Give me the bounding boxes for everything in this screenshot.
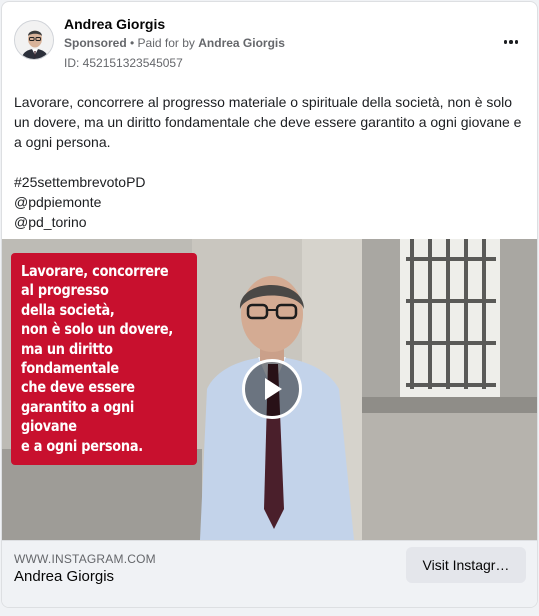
post-header: Andrea Giorgis Sponsored • Paid for by A…: [2, 2, 537, 78]
overlay-line: al progresso: [21, 281, 109, 300]
link-title[interactable]: Andrea Giorgis: [14, 568, 114, 585]
overlay-line: ma un diritto: [21, 339, 113, 358]
mention-link[interactable]: @pd_torino: [14, 212, 526, 232]
post-paragraph: Lavorare, concorrere al progresso materi…: [14, 94, 522, 150]
author-name[interactable]: Andrea Giorgis: [64, 16, 165, 32]
overlay-line: e a ogni persona.: [21, 436, 143, 455]
play-icon[interactable]: [242, 359, 302, 419]
avatar[interactable]: [14, 20, 54, 60]
hashtag-link[interactable]: #25settembrevotoPD: [14, 172, 526, 192]
overlay-line: non è solo un dovere,: [21, 320, 173, 339]
link-domain[interactable]: WWW.INSTAGRAM.COM: [14, 552, 156, 566]
overlay-line: Lavorare, concorrere: [21, 262, 169, 280]
meta-separator: •: [126, 36, 138, 50]
overlay-line: garantito a ogni: [21, 397, 135, 416]
video-player[interactable]: Lavorare, concorrere al progresso della …: [2, 239, 537, 540]
paid-for-prefix: Paid for by: [137, 36, 199, 50]
overlay-line: che deve essere: [21, 378, 135, 397]
text-overlay: Lavorare, concorrere al progresso della …: [11, 253, 197, 465]
post-text: Lavorare, concorrere al progresso materi…: [14, 92, 526, 232]
more-horizontal-icon[interactable]: [499, 30, 523, 54]
overlay-line: della società,: [21, 300, 115, 319]
link-footer[interactable]: WWW.INSTAGRAM.COM Andrea Giorgis Visit I…: [2, 540, 537, 607]
mention-link[interactable]: @pdpiemonte: [14, 192, 526, 212]
sponsored-label[interactable]: Sponsored: [64, 36, 127, 50]
overlay-line: giovane: [21, 417, 77, 436]
sponsored-line: Sponsored • Paid for by Andrea Giorgis: [64, 36, 285, 50]
visit-instagram-button[interactable]: Visit Instagr…: [406, 547, 526, 583]
paid-for-name[interactable]: Andrea Giorgis: [198, 36, 285, 50]
overlay-line: fondamentale: [21, 359, 119, 378]
ad-post-card: Andrea Giorgis Sponsored • Paid for by A…: [1, 1, 538, 608]
ad-id: ID: 452151323545057: [64, 56, 183, 70]
